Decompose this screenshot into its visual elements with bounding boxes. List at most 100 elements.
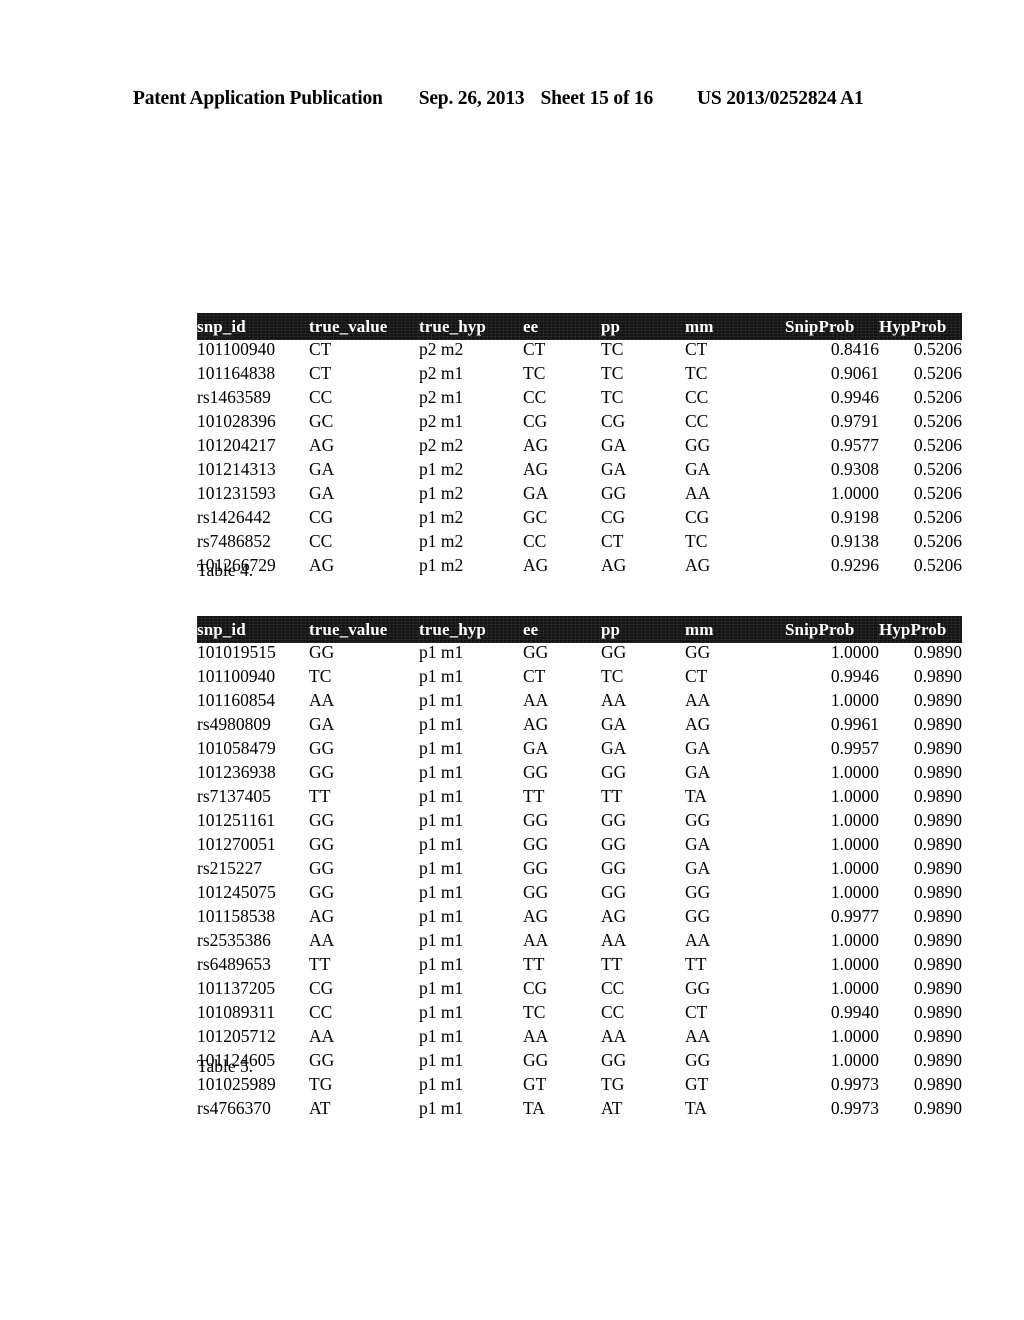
cell-true-hyp: p1 m2 — [419, 555, 464, 575]
cell-pp: AT — [601, 1098, 623, 1118]
cell-snp-id: 101164838 — [197, 363, 276, 383]
cell-snip-prob: 0.9577 — [830, 435, 879, 455]
cell-snp-id: 101214313 — [197, 459, 276, 479]
cell-snip-prob: 1.0000 — [830, 786, 879, 806]
cell-pp: GG — [601, 1050, 627, 1070]
cell-mm: GA — [685, 858, 711, 878]
cell-true-hyp: p1 m2 — [419, 483, 464, 503]
cell-hyp-prob: 0.5206 — [913, 459, 962, 479]
table-row: 101205712 AA p1 m1 AA AA AA 1.0000 0.9890 — [197, 1027, 962, 1051]
cell-snip-prob: 0.9791 — [830, 411, 879, 431]
cell-snp-id: 101270051 — [197, 834, 276, 854]
cell-snp-id: rs4766370 — [197, 1098, 271, 1118]
table-4-container: snp_id true_value true_hyp ee pp mm SnipProb Hy… — [197, 313, 962, 580]
cell-true-value: AT — [309, 1098, 331, 1118]
column-header-ee: ee — [523, 616, 601, 643]
column-header-true-hyp: true_hyp — [419, 616, 523, 643]
table-5-header: snp_id true_value true_hyp ee pp mm SnipProb Hy… — [197, 616, 962, 643]
cell-hyp-prob: 0.9890 — [913, 930, 962, 950]
cell-ee: TT — [523, 954, 545, 974]
cell-true-hyp: p2 m1 — [419, 363, 464, 383]
cell-true-value: TG — [309, 1074, 333, 1094]
cell-mm: CC — [685, 411, 709, 431]
cell-snp-id: 101204217 — [197, 435, 276, 455]
cell-snip-prob: 0.9296 — [830, 555, 879, 575]
cell-hyp-prob: 0.9890 — [913, 714, 962, 734]
cell-true-value: CC — [309, 1002, 333, 1022]
cell-hyp-prob: 0.9890 — [913, 834, 962, 854]
cell-hyp-prob: 0.5206 — [913, 387, 962, 407]
cell-true-hyp: p1 m1 — [419, 666, 464, 686]
cell-ee: AG — [523, 459, 549, 479]
cell-true-value: GG — [309, 1050, 335, 1070]
cell-true-hyp: p1 m1 — [419, 906, 464, 926]
page-running-head: Patent Application Publication Sep. 26, … — [0, 88, 1024, 110]
cell-hyp-prob: 0.5206 — [913, 411, 962, 431]
cell-mm: GA — [685, 834, 711, 854]
table-5-container: snp_id true_value true_hyp ee pp mm SnipProb Hy… — [197, 616, 962, 1123]
table-row: 101214313 GA p1 m2 AG GA GA 0.9308 0.5206 — [197, 460, 962, 484]
cell-true-hyp: p1 m1 — [419, 714, 464, 734]
cell-mm: GG — [685, 906, 711, 926]
cell-true-value: AA — [309, 930, 335, 950]
table-row: 101204217 AG p2 m2 AG GA GG 0.9577 0.5206 — [197, 436, 962, 460]
cell-true-hyp: p1 m1 — [419, 978, 464, 998]
cell-snip-prob: 1.0000 — [830, 1050, 879, 1070]
cell-hyp-prob: 0.9890 — [913, 1098, 962, 1118]
cell-ee: GG — [523, 810, 549, 830]
table-row: 101266729 AG p1 m2 AG AG AG 0.9296 0.5206 — [197, 556, 962, 580]
cell-mm: GA — [685, 738, 711, 758]
cell-ee: TA — [523, 1098, 545, 1118]
cell-pp: CT — [601, 531, 624, 551]
table-row: 101100940 TC p1 m1 CT TC CT 0.9946 0.9890 — [197, 667, 962, 691]
cell-snp-id: rs4980809 — [197, 714, 271, 734]
cell-true-value: CG — [309, 978, 334, 998]
cell-true-value: GA — [309, 483, 335, 503]
table-row: 101137205 CG p1 m1 CG CC GG 1.0000 0.9890 — [197, 979, 962, 1003]
cell-snip-prob: 1.0000 — [830, 642, 879, 662]
cell-true-value: GA — [309, 714, 335, 734]
cell-true-value: GG — [309, 834, 335, 854]
cell-snip-prob: 0.9946 — [830, 387, 879, 407]
cell-true-hyp: p1 m1 — [419, 738, 464, 758]
table-row: 101160854 AA p1 m1 AA AA AA 1.0000 0.9890 — [197, 691, 962, 715]
cell-snp-id: 101160854 — [197, 690, 276, 710]
cell-snp-id: rs6489653 — [197, 954, 271, 974]
cell-snip-prob: 1.0000 — [830, 834, 879, 854]
cell-snip-prob: 0.9308 — [830, 459, 879, 479]
cell-true-hyp: p2 m2 — [419, 339, 464, 359]
cell-mm: GG — [685, 978, 711, 998]
table-row: 101245075 GG p1 m1 GG GG GG 1.0000 0.9890 — [197, 883, 962, 907]
cell-mm: GG — [685, 642, 711, 662]
cell-mm: GT — [685, 1074, 709, 1094]
cell-mm: CT — [685, 339, 708, 359]
column-header-snp-id: snp_id — [197, 313, 309, 340]
cell-snp-id: 101100940 — [197, 339, 276, 359]
patent-number: US 2013/0252824 A1 — [697, 88, 864, 109]
cell-snip-prob: 1.0000 — [830, 483, 879, 503]
table-row: rs7137405 TT p1 m1 TT TT TA 1.0000 0.9890 — [197, 787, 962, 811]
cell-snip-prob: 0.9061 — [830, 363, 879, 383]
cell-pp: GG — [601, 810, 627, 830]
cell-true-hyp: p1 m1 — [419, 834, 464, 854]
cell-snp-id: 101158538 — [197, 906, 276, 926]
snp-table-5: snp_id true_value true_hyp ee pp mm SnipProb Hy… — [197, 616, 962, 1123]
publication-label: Patent Application Publication — [133, 88, 383, 109]
cell-hyp-prob: 0.5206 — [913, 339, 962, 359]
cell-snp-id: 101028396 — [197, 411, 276, 431]
table-header-row: snp_id true_value true_hyp ee pp mm SnipProb Hy… — [197, 616, 962, 643]
table-row: 101231593 GA p1 m2 GA GG AA 1.0000 0.5206 — [197, 484, 962, 508]
cell-snp-id: 101100940 — [197, 666, 276, 686]
cell-snip-prob: 1.0000 — [830, 690, 879, 710]
cell-snp-id: 101025989 — [197, 1074, 276, 1094]
cell-ee: TC — [523, 1002, 546, 1022]
table-header-row: snp_id true_value true_hyp ee pp mm SnipProb Hy… — [197, 313, 962, 340]
cell-ee: GG — [523, 642, 549, 662]
cell-snip-prob: 0.9940 — [830, 1002, 879, 1022]
table-row: 101164838 CT p2 m1 TC TC TC 0.9061 0.5206 — [197, 364, 962, 388]
cell-pp: GA — [601, 435, 627, 455]
table-row: 101270051 GG p1 m1 GG GG GA 1.0000 0.9890 — [197, 835, 962, 859]
cell-ee: GG — [523, 882, 549, 902]
cell-mm: AA — [685, 483, 711, 503]
table-5-caption: Table 5. — [197, 1056, 254, 1076]
